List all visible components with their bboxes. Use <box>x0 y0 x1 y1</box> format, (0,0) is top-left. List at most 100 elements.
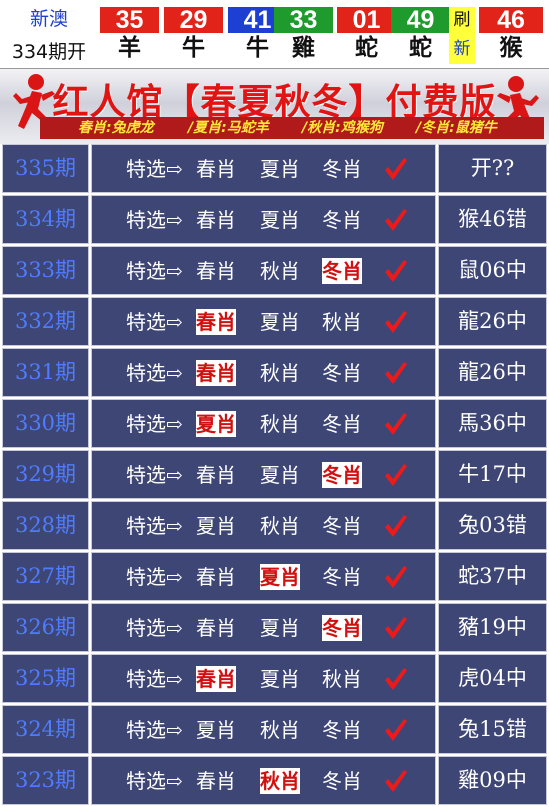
check-mark-icon <box>385 668 407 690</box>
picks-cell: 特选⇨ 春肖 秋肖 冬肖 <box>91 348 436 397</box>
pick-zodiac: 夏肖 <box>260 157 300 181</box>
issue-cell: 327期 <box>2 552 89 601</box>
result-text: 牛17中 <box>458 462 527 486</box>
issue-cell: 334期 <box>2 195 89 244</box>
result-text: 龍26中 <box>458 309 527 333</box>
issue-number: 329期 <box>14 462 77 486</box>
table-row: 332期 特选⇨ 春肖 夏肖 秋肖 龍26中 <box>0 297 549 348</box>
pick-prefix: 特选⇨ <box>126 208 183 232</box>
check-mark-icon <box>385 617 407 639</box>
pick-zodiac: 冬肖 <box>322 718 362 742</box>
picks-cell: 特选⇨ 春肖 夏肖 冬肖 <box>91 552 436 601</box>
check-mark-icon <box>385 260 407 282</box>
special-ball: 46 猴 <box>479 7 543 64</box>
result-cell: 豬19中 <box>438 603 547 652</box>
pick-prefix: 特选⇨ <box>126 463 183 487</box>
table-row: 335期 特选⇨ 春肖 夏肖 冬肖 开?? <box>0 144 549 195</box>
result-cell: 猴46错 <box>438 195 547 244</box>
issue-cell: 330期 <box>2 399 89 448</box>
result-cell: 开?? <box>438 144 547 193</box>
table-row: 328期 特选⇨ 夏肖 秋肖 冬肖 兔03错 <box>0 501 549 552</box>
issue-cell: 325期 <box>2 654 89 703</box>
lottery-header: 新澳 334期开 35 羊 29 牛 41 牛 33 雞 01 蛇 49 蛇 刷… <box>0 0 549 68</box>
ball-number: 35 <box>100 7 159 34</box>
pick-prefix: 特选⇨ <box>126 310 183 334</box>
result-text: 鼠06中 <box>458 258 527 282</box>
table-row: 326期 特选⇨ 春肖 夏肖 冬肖 豬19中 <box>0 603 549 654</box>
result-cell: 龍26中 <box>438 348 547 397</box>
table-row: 323期 特选⇨ 春肖 秋肖 冬肖 雞09中 <box>0 756 549 807</box>
pick-zodiac: 秋肖 <box>260 514 300 538</box>
check-mark-icon <box>385 770 407 792</box>
pick-zodiac: 冬肖 <box>322 514 362 538</box>
banner: 红人馆【春夏秋冬】付费版 春肖:兔虎龙 /夏肖:马蛇羊 /秋肖:鸡猴狗 /冬肖:… <box>0 68 549 145</box>
pick-zodiac: 夏肖 <box>260 310 300 334</box>
picks-cell: 特选⇨ 夏肖 秋肖 冬肖 <box>91 705 436 754</box>
picks-cell: 特选⇨ 春肖 夏肖 冬肖 <box>91 144 436 193</box>
pick-prefix: 特选⇨ <box>126 412 183 436</box>
pick-zodiac: 冬肖 <box>322 462 362 488</box>
pick-zodiac: 春肖 <box>196 208 236 232</box>
ball-zodiac: 羊 <box>118 35 141 61</box>
pick-zodiac: 秋肖 <box>260 412 300 436</box>
issue-number: 327期 <box>14 564 77 588</box>
issue-cell: 331期 <box>2 348 89 397</box>
table-row: 334期 特选⇨ 春肖 夏肖 冬肖 猴46错 <box>0 195 549 246</box>
ball-number: 01 <box>337 7 396 34</box>
prediction-table: 335期 特选⇨ 春肖 夏肖 冬肖 开?? 334期 特选⇨ 春肖 夏肖 冬肖 猴46错 333期 特选⇨… <box>0 144 549 805</box>
check-mark-icon <box>385 311 407 333</box>
result-text: 龍26中 <box>458 360 527 384</box>
picks-cell: 特选⇨ 夏肖 秋肖 冬肖 <box>91 501 436 550</box>
pick-zodiac: 冬肖 <box>322 565 362 589</box>
issue-number: 323期 <box>14 768 77 792</box>
issue-number: 326期 <box>14 615 77 639</box>
ball-6: 49 蛇 <box>391 7 450 64</box>
result-text: 雞09中 <box>458 768 527 792</box>
picks-cell: 特选⇨ 春肖 夏肖 秋肖 <box>91 654 436 703</box>
pick-prefix: 特选⇨ <box>126 361 183 385</box>
issue-cell: 333期 <box>2 246 89 295</box>
ball-zodiac: 猴 <box>499 35 523 61</box>
issue-cell: 324期 <box>2 705 89 754</box>
check-mark-icon <box>385 413 407 435</box>
pick-zodiac: 春肖 <box>196 309 236 335</box>
result-text: 虎04中 <box>458 666 527 690</box>
spring-legend: 春肖:兔虎龙 <box>78 120 154 136</box>
result-cell: 雞09中 <box>438 756 547 805</box>
result-cell: 鼠06中 <box>438 246 547 295</box>
autumn-legend: /秋肖:鸡猴狗 <box>302 120 383 136</box>
pick-zodiac: 春肖 <box>196 666 236 692</box>
pick-zodiac: 冬肖 <box>322 412 362 436</box>
refresh-label-bottom: 新 <box>449 34 475 64</box>
check-mark-icon <box>385 719 407 741</box>
check-mark-icon <box>385 464 407 486</box>
issue-cell: 335期 <box>2 144 89 193</box>
ball-zodiac: 蛇 <box>409 35 432 61</box>
picks-cell: 特选⇨ 春肖 夏肖 冬肖 <box>91 195 436 244</box>
table-row: 333期 特选⇨ 春肖 秋肖 冬肖 鼠06中 <box>0 246 549 297</box>
check-mark-icon <box>385 209 407 231</box>
pick-zodiac: 秋肖 <box>260 768 300 794</box>
issue-number: 332期 <box>14 309 77 333</box>
ball-2: 29 牛 <box>164 7 223 64</box>
issue-cell: 332期 <box>2 297 89 346</box>
issue-number: 331期 <box>14 360 77 384</box>
pick-zodiac: 冬肖 <box>322 208 362 232</box>
result-cell: 兔03错 <box>438 501 547 550</box>
pick-zodiac: 冬肖 <box>322 157 362 181</box>
pick-zodiac: 春肖 <box>196 360 236 386</box>
pick-prefix: 特选⇨ <box>126 514 183 538</box>
issue-cell: 328期 <box>2 501 89 550</box>
pick-zodiac: 夏肖 <box>260 208 300 232</box>
ball-zodiac: 蛇 <box>355 35 378 61</box>
issue-number: 333期 <box>14 258 77 282</box>
issue-number: 328期 <box>14 513 77 537</box>
table-row: 327期 特选⇨ 春肖 夏肖 冬肖 蛇37中 <box>0 552 549 603</box>
pick-zodiac: 冬肖 <box>322 258 362 284</box>
issue-cell: 329期 <box>2 450 89 499</box>
check-mark-icon <box>385 566 407 588</box>
issue-number: 335期 <box>14 156 77 180</box>
pick-zodiac: 春肖 <box>196 259 236 283</box>
refresh-button[interactable]: 刷 新 <box>449 7 475 64</box>
table-row: 331期 特选⇨ 春肖 秋肖 冬肖 龍26中 <box>0 348 549 399</box>
